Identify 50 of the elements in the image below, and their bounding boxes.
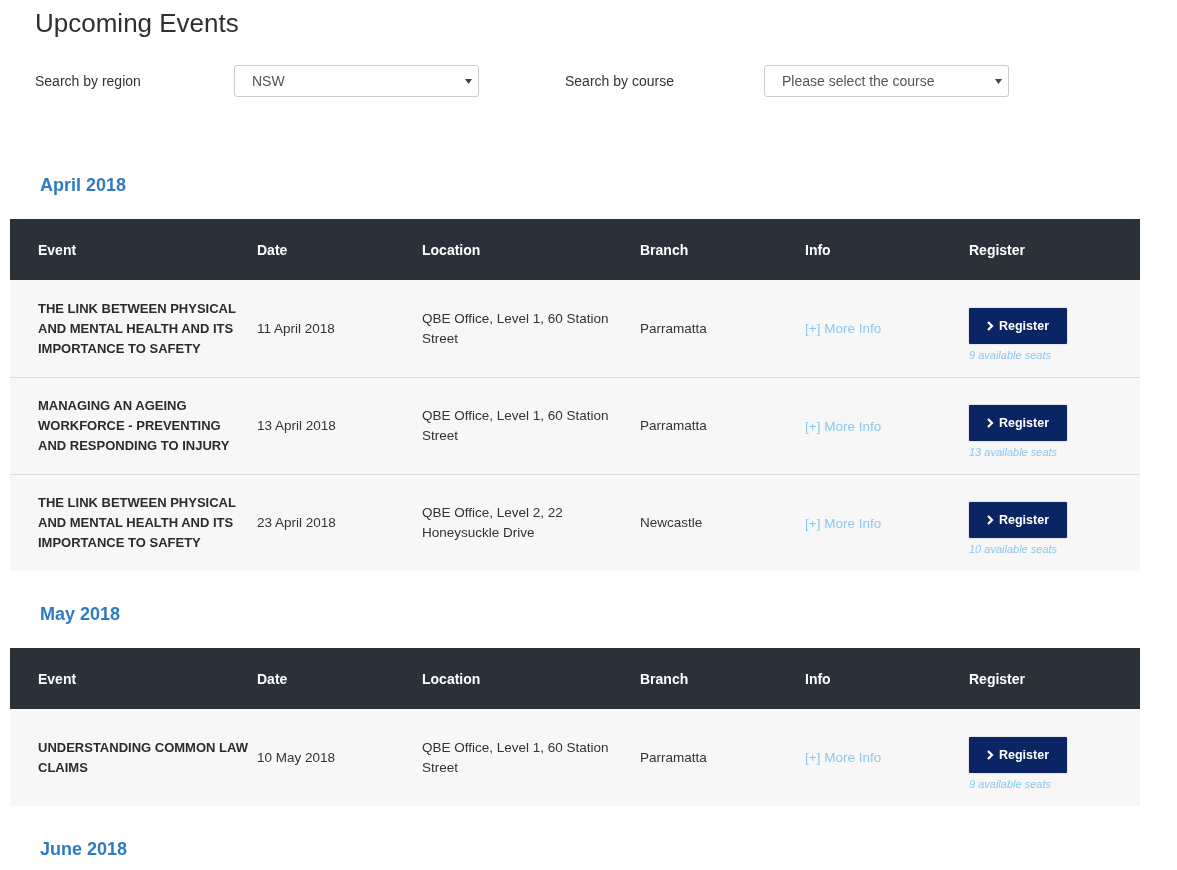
column-heading: Location (422, 670, 482, 687)
event-name: UNDERSTANDING COMMON LAW CLAIMS (38, 738, 249, 777)
event-branch: Parramatta (640, 417, 708, 435)
event-branch: Parramatta (640, 748, 708, 767)
chevron-right-icon (987, 515, 994, 525)
page-title: Upcoming Events (35, 8, 240, 38)
event-name: MANAGING AN AGEING WORKFORCE - PREVENTING AND RESPONDING TO INJURY (38, 397, 231, 455)
event-name: THE LINK BETWEEN PHYSICAL AND MENTAL HEALTH AND ITS IMPORTANCE TO SAFETY (38, 299, 237, 358)
column-heading: Branch (640, 670, 690, 687)
register-button[interactable]: Register (969, 736, 1067, 773)
event-location: QBE Office, Level 1, 60 Station Street (422, 309, 610, 348)
month-heading: May 2018 (40, 603, 122, 625)
month-heading: June 2018 (40, 838, 129, 860)
column-heading: Branch (640, 241, 690, 258)
column-heading: Info (805, 241, 832, 258)
column-heading: Date (257, 241, 289, 258)
column-heading: Register (969, 670, 1027, 687)
event-location: QBE Office, Level 1, 60 Station Street (422, 738, 610, 777)
event-location: QBE Office, Level 1, 60 Station Street (422, 407, 610, 445)
register-button[interactable]: Register (969, 405, 1067, 441)
available-seats: 13 available seats (969, 446, 1058, 458)
event-date: 11 April 2018 (257, 319, 336, 338)
caret-icon (995, 78, 1002, 84)
event-branch: Newcastle (640, 514, 704, 532)
event-date: 23 April 2018 (257, 514, 337, 532)
register-button[interactable]: Register (969, 502, 1067, 538)
caret-icon (465, 78, 472, 84)
month-heading: April 2018 (40, 174, 128, 196)
chevron-right-icon (987, 418, 994, 428)
available-seats: 10 available seats (969, 543, 1058, 555)
event-date: 10 May 2018 (257, 748, 337, 767)
chevron-right-icon (987, 749, 994, 760)
chevron-right-icon (987, 320, 994, 331)
column-heading: Event (38, 670, 78, 687)
event-location: QBE Office, Level 2, 22 Honeysuckle Drive (422, 504, 564, 542)
event-branch: Parramatta (640, 319, 708, 338)
dropdown-select[interactable]: Please select the course (764, 65, 1009, 97)
register-button[interactable]: Register (969, 307, 1067, 344)
column-heading: Info (805, 670, 832, 687)
event-name: THE LINK BETWEEN PHYSICAL AND MENTAL HEALTH AND ITS IMPORTANCE TO SAFETY (38, 494, 237, 552)
column-heading: Date (257, 670, 289, 687)
column-heading: Register (969, 241, 1027, 258)
filter-label: Search by course (565, 73, 675, 89)
column-heading: Event (38, 241, 78, 258)
column-heading: Location (422, 241, 482, 258)
available-seats: 9 available seats (969, 777, 1051, 790)
dropdown-select[interactable]: NSW (234, 65, 479, 97)
available-seats: 9 available seats (969, 348, 1051, 361)
filter-label: Search by region (35, 73, 142, 89)
event-date: 13 April 2018 (257, 417, 337, 435)
